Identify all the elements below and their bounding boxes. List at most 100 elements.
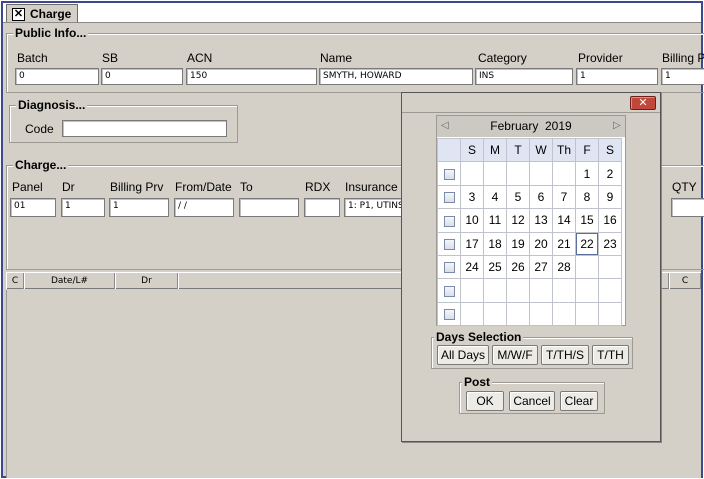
calendar-empty-cell [552, 161, 576, 186]
week-checkbox[interactable] [443, 262, 455, 274]
column-header[interactable]: Dr [115, 273, 178, 289]
calendar-day[interactable]: 23 [598, 231, 622, 256]
to-label: To [240, 180, 253, 194]
close-icon[interactable]: ✕ [12, 7, 25, 21]
from-date-field[interactable]: / / [174, 198, 234, 217]
calendar-empty-cell [529, 161, 553, 186]
rdx-field[interactable] [304, 198, 340, 217]
diagnosis-group: Diagnosis... Code [9, 98, 238, 143]
weekday-header[interactable]: S [598, 137, 622, 163]
provider-field[interactable]: 1 [576, 68, 658, 85]
batch-field[interactable]: 0 [15, 68, 99, 85]
week-select-cell[interactable] [437, 254, 461, 280]
weekday-header[interactable]: W [529, 137, 553, 163]
calendar-day[interactable]: 26 [506, 254, 530, 280]
calendar-day[interactable]: 25 [483, 254, 507, 280]
billing-prv-field[interactable]: 1 [109, 198, 169, 217]
calendar-week-row: 17 18 19 20 21 22 23 [437, 231, 622, 256]
name-label: Name [320, 51, 353, 65]
week-checkbox[interactable] [443, 192, 455, 204]
calendar-day[interactable]: 8 [575, 184, 599, 210]
calendar-dialog-titlebar[interactable]: ✕ [402, 93, 660, 113]
dr-field[interactable]: 1 [61, 198, 105, 217]
calendar-day[interactable]: 2 [598, 161, 622, 186]
calendar-day[interactable]: 1 [575, 161, 599, 186]
calendar-day[interactable]: 15 [575, 208, 599, 233]
calendar-day[interactable]: 14 [552, 208, 576, 233]
calendar-day[interactable]: 13 [529, 208, 553, 233]
ok-button[interactable]: OK [466, 391, 504, 411]
calendar-day[interactable]: 27 [529, 254, 553, 280]
tth-button[interactable]: T/TH [592, 345, 629, 365]
previous-month-icon[interactable]: ◁ [441, 119, 449, 133]
week-checkbox[interactable] [443, 168, 455, 180]
calendar-day[interactable]: 18 [483, 231, 507, 256]
calendar-day[interactable]: 24 [460, 254, 484, 280]
calendar-day[interactable]: 12 [506, 208, 530, 233]
calendar-week-row [437, 301, 622, 327]
billing-provider-field[interactable]: 1 [661, 68, 704, 85]
calendar-empty-cell [598, 301, 622, 327]
insurance-label: Insurance [345, 180, 398, 194]
column-header[interactable]: C [669, 273, 701, 289]
name-field[interactable]: SMYTH, HOWARD [319, 68, 473, 85]
calendar-day[interactable]: 9 [598, 184, 622, 210]
category-field[interactable]: INS [475, 68, 573, 85]
calendar-day[interactable]: 7 [552, 184, 576, 210]
insurance-field[interactable]: 1: P1, UTINSU [344, 198, 408, 217]
week-select-cell[interactable] [437, 278, 461, 303]
week-select-cell[interactable] [437, 161, 461, 186]
all-days-button[interactable]: All Days [437, 345, 489, 365]
calendar-empty-cell [506, 161, 530, 186]
week-select-cell[interactable] [437, 184, 461, 210]
clear-button[interactable]: Clear [560, 391, 598, 411]
acn-field[interactable]: 150 [186, 68, 317, 85]
charge-title: Charge... [13, 158, 69, 172]
calendar-day[interactable]: 16 [598, 208, 622, 233]
week-checkbox[interactable] [443, 285, 455, 297]
calendar-day[interactable]: 17 [460, 231, 484, 256]
calendar-day[interactable]: 10 [460, 208, 484, 233]
panel-field[interactable]: 01 [10, 198, 56, 217]
days-selection-title: Days Selection [434, 330, 524, 344]
week-select-cell[interactable] [437, 208, 461, 233]
calendar-empty-cell [575, 301, 599, 327]
week-checkbox[interactable] [443, 215, 455, 227]
weekday-header[interactable]: S [460, 137, 484, 163]
tab-charge[interactable]: ✕ Charge [6, 4, 78, 23]
weekday-header[interactable]: Th [552, 137, 576, 163]
weekday-header[interactable]: T [506, 137, 530, 163]
calendar-day[interactable]: 6 [529, 184, 553, 210]
calendar-day[interactable]: 22 [575, 231, 599, 256]
cancel-button[interactable]: Cancel [509, 391, 555, 411]
next-month-icon[interactable]: ▷ [613, 119, 621, 133]
to-date-field[interactable] [239, 198, 299, 217]
days-selection-group: Days Selection All Days M/W/F T/TH/S T/T… [431, 330, 633, 369]
batch-label: Batch [17, 51, 48, 65]
calendar-day[interactable]: 21 [552, 231, 576, 256]
weekday-header[interactable]: M [483, 137, 507, 163]
qty-field[interactable] [671, 198, 704, 217]
weekday-header[interactable]: F [575, 137, 599, 163]
mwf-button[interactable]: M/W/F [492, 345, 538, 365]
calendar-day[interactable]: 3 [460, 184, 484, 210]
tths-button[interactable]: T/TH/S [541, 345, 589, 365]
calendar-day[interactable]: 28 [552, 254, 576, 280]
week-select-cell[interactable] [437, 231, 461, 256]
sb-field[interactable]: 0 [101, 68, 183, 85]
calendar-day[interactable]: 5 [506, 184, 530, 210]
calendar-week-row [437, 278, 622, 303]
calendar-day[interactable]: 20 [529, 231, 553, 256]
diagnosis-code-input[interactable] [62, 120, 227, 137]
calendar-day[interactable]: 11 [483, 208, 507, 233]
tab-label: Charge [30, 7, 72, 21]
calendar-day[interactable]: 19 [506, 231, 530, 256]
dr-label: Dr [62, 180, 75, 194]
calendar-day[interactable]: 4 [483, 184, 507, 210]
column-header[interactable]: Date/L# [24, 273, 115, 289]
week-checkbox[interactable] [443, 239, 455, 251]
column-header[interactable]: C [6, 273, 24, 289]
week-checkbox[interactable] [443, 309, 455, 321]
week-select-cell[interactable] [437, 301, 461, 327]
close-icon[interactable]: ✕ [630, 96, 656, 110]
